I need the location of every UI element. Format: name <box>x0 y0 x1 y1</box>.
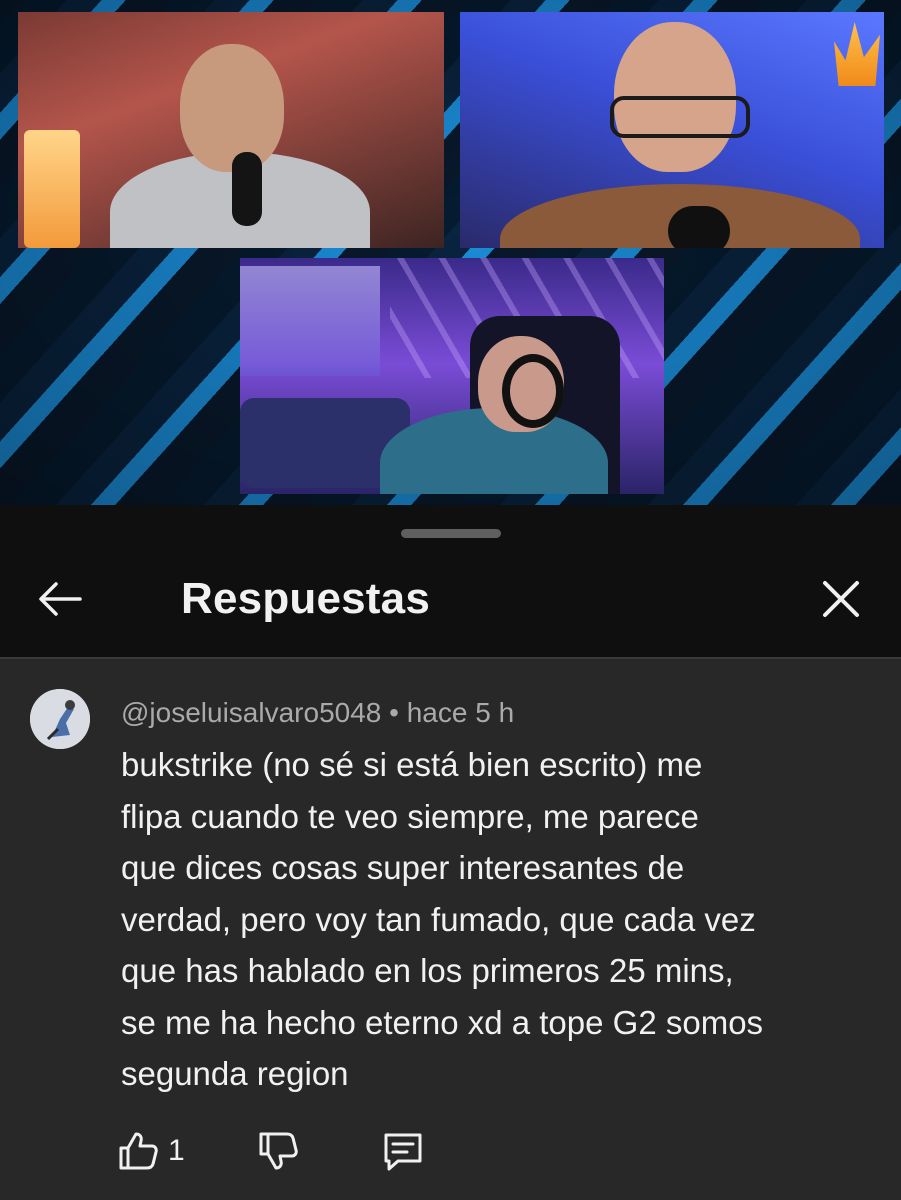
comment-actions: 1 <box>116 1121 516 1181</box>
microphone-icon <box>668 206 730 248</box>
webcam-feed-bottom <box>240 258 664 494</box>
arrow-left-icon <box>39 582 82 616</box>
avatar-image-icon <box>30 689 90 749</box>
drag-handle[interactable] <box>401 529 501 538</box>
comment-item: @joseluisalvaro5048 • hace 5 h bukstrike… <box>0 659 901 1200</box>
back-button[interactable] <box>30 575 90 623</box>
sheet-header: Respuestas <box>0 545 901 657</box>
thumbs-down-icon <box>259 1132 298 1170</box>
comment-text-line: se me ha hecho eterno xd a tope G2 somos <box>121 1003 764 1041</box>
shelf-decor <box>240 266 380 376</box>
close-icon <box>823 581 859 617</box>
comment-text-line: bukstrike (no sé si está bien escrito) m… <box>121 746 703 783</box>
comment-author-meta: @joseluisalvaro5048 • hace 5 h <box>121 697 515 728</box>
replies-sheet: Respuestas @joseluisalvaro5048 • hace 5 … <box>0 505 901 1200</box>
lamp-decor <box>24 130 80 248</box>
reply-comment-icon <box>384 1133 422 1171</box>
comment-text-line: segunda region <box>121 1055 349 1092</box>
comment-text: bukstrike (no sé si está bien escrito) m… <box>121 739 861 1100</box>
video-player[interactable] <box>0 0 901 505</box>
headset-icon <box>502 354 564 428</box>
webcam-feed-right <box>460 12 884 248</box>
webcam-feed-left <box>18 12 444 248</box>
comment-text-line: que dices cosas super interesantes de <box>121 849 685 886</box>
comment-text-line: verdad, pero voy tan fumado, que cada ve… <box>121 900 756 938</box>
thumbs-up-icon <box>119 1132 158 1170</box>
like-button[interactable]: 1 <box>116 1129 185 1173</box>
dislike-button[interactable] <box>256 1129 300 1178</box>
page-title: Respuestas <box>181 574 431 623</box>
glasses-decor <box>610 96 750 138</box>
close-button[interactable] <box>811 575 871 623</box>
microphone-icon <box>232 152 262 226</box>
comment-text-line: que has hablado en los primeros 25 mins, <box>121 952 734 989</box>
reply-button[interactable] <box>380 1129 426 1180</box>
comment-text-line: flipa cuando te veo siempre, me parece <box>121 797 699 835</box>
like-count: 1 <box>168 1134 185 1167</box>
crown-logo-icon <box>834 22 880 86</box>
avatar[interactable] <box>30 689 90 749</box>
streamer-head <box>180 44 284 172</box>
